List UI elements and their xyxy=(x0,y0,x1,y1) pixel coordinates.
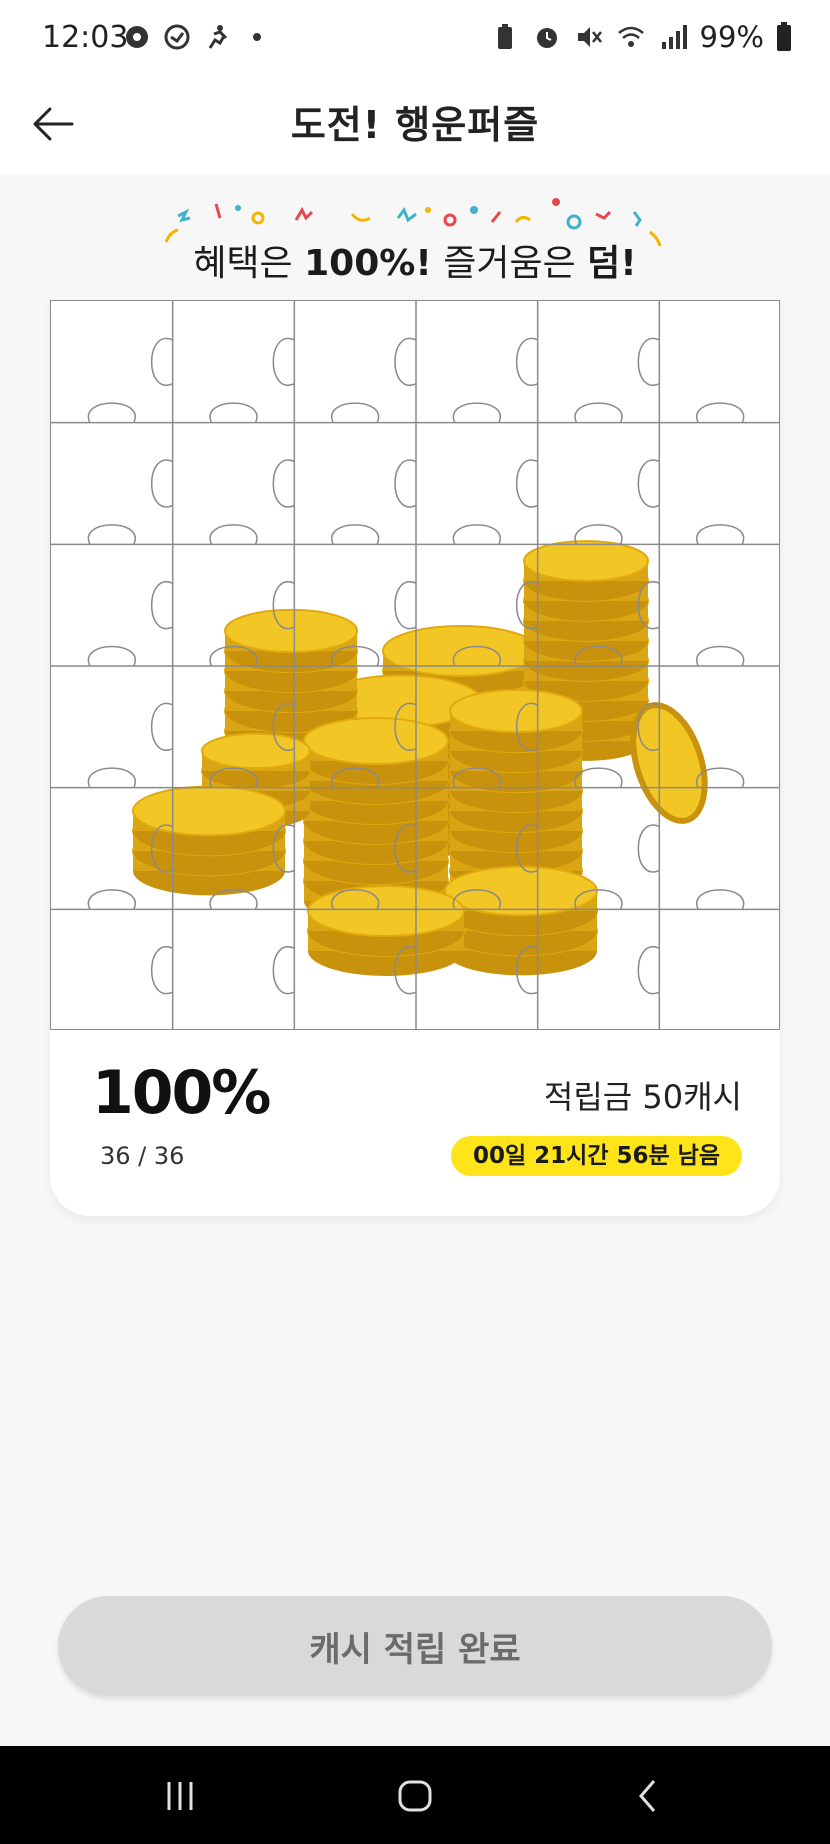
app-header: 도전! 행운퍼즐 xyxy=(0,76,830,174)
banner-text-3: 즐거움은 xyxy=(431,243,588,284)
settings-gear-icon xyxy=(126,26,148,48)
app-screen: 12:03 99% 도전! 행운퍼즐 혜택은 100%! 즐거움은 덤! 100… xyxy=(0,0,830,1844)
mute-icon xyxy=(577,27,602,47)
status-notification-icons xyxy=(122,22,272,52)
promo-banner: 혜택은 100%! 즐거움은 덤! xyxy=(160,196,670,286)
status-time: 12:03 xyxy=(42,20,129,55)
back-chevron-icon xyxy=(639,1780,656,1812)
time-remaining-badge: 00일 21시간 56분 남음 xyxy=(450,1136,742,1176)
coin-face xyxy=(132,785,286,837)
puzzle-card: 100% 36 / 36 적립금 50캐시 00일 21시간 56분 남음 xyxy=(50,300,780,1216)
system-nav-bar xyxy=(0,1746,830,1844)
coin-face xyxy=(303,716,449,766)
recent-apps-icon xyxy=(167,1782,193,1810)
banner-slogan: 혜택은 100%! 즐거움은 덤! xyxy=(160,234,670,286)
puzzle-board xyxy=(50,300,780,1030)
home-button[interactable] xyxy=(385,1772,445,1820)
running-icon xyxy=(208,25,228,49)
banner-text-1: 혜택은 xyxy=(193,243,305,284)
progress-count: 36 / 36 xyxy=(100,1142,185,1170)
battery-icon xyxy=(777,22,791,51)
reward-amount: 적립금 50캐시 xyxy=(543,1078,742,1116)
coin-face xyxy=(523,540,649,582)
coin-face xyxy=(307,885,465,937)
status-bar: 12:03 99% xyxy=(0,0,830,76)
battery-saver-icon xyxy=(497,24,512,49)
progress-percent: 100% xyxy=(92,1058,271,1128)
banner-text-2: 100%! xyxy=(304,243,432,284)
status-system-icons: 99% xyxy=(490,20,792,54)
sync-icon xyxy=(164,24,190,50)
recent-apps-button[interactable] xyxy=(150,1772,210,1820)
alarm-icon xyxy=(536,28,557,48)
back-nav-button[interactable] xyxy=(618,1772,678,1820)
coin-face xyxy=(224,608,358,654)
signal-icon xyxy=(661,25,687,49)
coin-face xyxy=(382,625,540,677)
battery-percent: 99% xyxy=(699,20,764,54)
home-icon xyxy=(398,1780,432,1812)
dot-icon xyxy=(253,33,261,41)
wifi-icon xyxy=(617,26,644,47)
page-title: 도전! 행운퍼즐 xyxy=(290,103,540,147)
cash-complete-button[interactable]: 캐시 적립 완료 xyxy=(58,1596,772,1696)
puzzle-image xyxy=(51,301,779,1029)
banner-text-4: 덤! xyxy=(587,243,637,284)
